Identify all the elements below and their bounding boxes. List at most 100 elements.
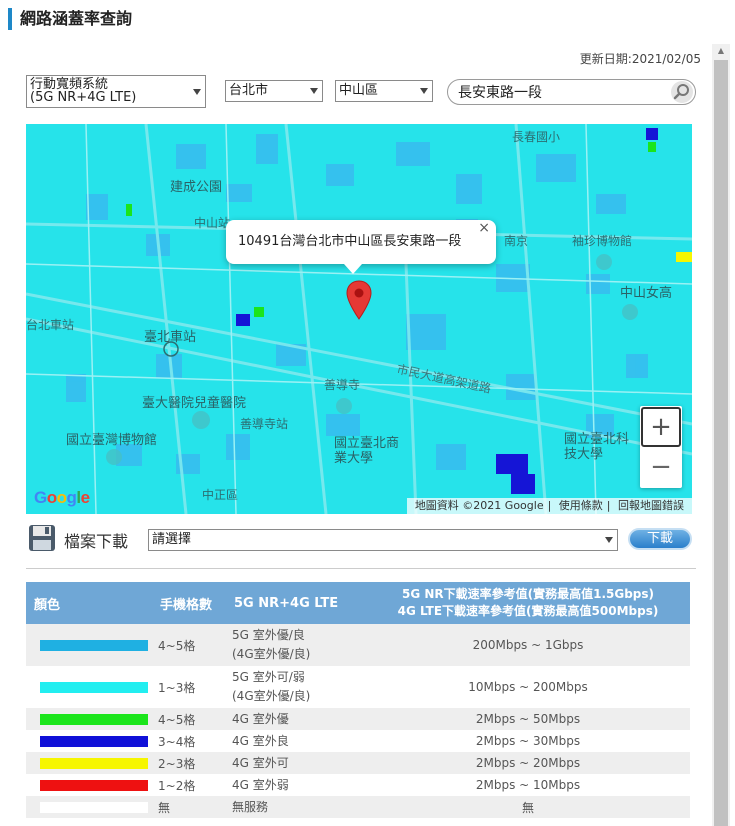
legend-type-line2: (4G室外優/良) <box>232 689 311 703</box>
scroll-up-arrow[interactable]: ▲ <box>712 44 730 58</box>
legend-color-cell <box>26 730 152 752</box>
map-label: 袖珍博物館 <box>572 234 633 248</box>
legend-row: 1~3格 5G 室外可/弱 (4G室外優/良) 10Mbps ~ 200Mbps <box>26 666 690 708</box>
map-label: 建成公園 <box>170 180 223 195</box>
chevron-down-icon <box>605 537 613 543</box>
legend-speed-cell: 2Mbps ~ 50Mbps <box>366 708 690 730</box>
map-label: 臺大醫院兒童醫院 <box>142 396 247 411</box>
legend-row: 4~5格 5G 室外優/良 (4G室外優/良) 200Mbps ~ 1Gbps <box>26 624 690 666</box>
popup-address: 10491台灣台北市中山區長安東路一段 <box>238 234 462 249</box>
legend-row: 3~4格 4G 室外良 2Mbps ~ 30Mbps <box>26 730 690 752</box>
page-title: 網路涵蓋率查詢 <box>8 8 132 30</box>
update-date: 更新日期:2021/02/05 <box>579 52 701 66</box>
color-swatch <box>40 801 148 813</box>
download-label: 檔案下載 <box>64 532 129 551</box>
legend-type-line1: 4G 室外良 <box>232 733 289 748</box>
google-logo-text: Google <box>34 488 90 507</box>
legend-type-line2: (4G室外優/良) <box>232 647 311 661</box>
legend-type-cell: 4G 室外可 <box>226 752 366 774</box>
legend-row: 4~5格 4G 室外優 2Mbps ~ 50Mbps <box>26 708 690 730</box>
map-label: 國立臺北科技大學 <box>564 432 630 462</box>
file-select-value: 請選擇 <box>152 532 192 547</box>
download-row: 檔案下載 請選擇 下載 <box>26 522 696 556</box>
legend-color-cell <box>26 796 152 818</box>
search-box <box>447 79 696 105</box>
chevron-down-icon <box>193 88 201 95</box>
color-swatch <box>40 681 148 693</box>
system-select-line2: (5G NR+4G LTE) <box>30 90 137 105</box>
map-terms-link[interactable]: 使用條款 <box>555 499 607 512</box>
map-label: 台北車站 <box>26 318 75 332</box>
legend-bars-cell: 4~5格 <box>152 624 226 666</box>
zoom-out-button[interactable]: − <box>641 450 681 486</box>
legend-type-line1: 5G 室外可/弱 <box>232 670 305 684</box>
legend-header-row: 顏色 手機格數 5G NR+4G LTE 5G NR下載速率參考值(實務最高值1… <box>26 582 690 624</box>
map-attribution: 地圖資料 ©2021 Google | 使用條款 | 回報地圖錯誤 <box>406 498 692 514</box>
legend-type-line1: 5G 室外優/良 <box>232 628 305 642</box>
legend-bars-cell: 2~3格 <box>152 752 226 774</box>
zoom-control: + − <box>640 406 682 488</box>
color-swatch <box>40 757 148 769</box>
legend-bars-cell: 1~3格 <box>158 680 196 695</box>
header-speed-line2: 4G LTE下載速率參考值(實務最高值500Mbps) <box>397 604 659 618</box>
map-label: 中正區 <box>202 488 239 502</box>
legend-color-cell <box>26 774 152 796</box>
chevron-down-icon <box>420 88 428 94</box>
legend-table: 顏色 手機格數 5G NR+4G LTE 5G NR下載速率參考值(實務最高值1… <box>26 582 690 818</box>
legend-row: 無無服務無 <box>26 796 690 818</box>
map-report-link[interactable]: 回報地圖錯誤 <box>614 499 688 512</box>
legend-type-line1: 4G 室外可 <box>232 755 289 770</box>
header-color: 顏色 <box>26 582 152 624</box>
map-label: 善導寺站 <box>240 417 289 431</box>
map-data-credit: 地圖資料 ©2021 Google <box>414 499 544 512</box>
zoom-in-button[interactable]: + <box>641 407 681 447</box>
google-logo: Google <box>34 488 90 508</box>
legend-color-cell <box>26 708 152 730</box>
legend-row: 1~2格 4G 室外弱 2Mbps ~ 10Mbps <box>26 774 690 796</box>
legend-color-cell <box>26 752 152 774</box>
legend-type-cell: 4G 室外弱 <box>226 774 366 796</box>
close-icon[interactable]: × <box>478 206 490 250</box>
chevron-down-icon <box>310 88 318 94</box>
file-select[interactable]: 請選擇 <box>148 529 618 551</box>
legend-row: 2~3格 4G 室外可 2Mbps ~ 20Mbps <box>26 752 690 774</box>
color-swatch <box>40 713 148 725</box>
download-button[interactable]: 下載 <box>628 528 692 550</box>
header-speed: 5G NR下載速率參考值(實務最高值1.5Gbps) 4G LTE下載速率參考值… <box>366 582 690 624</box>
legend-speed-cell: 2Mbps ~ 20Mbps <box>366 752 690 774</box>
legend-speed-cell: 200Mbps ~ 1Gbps <box>366 624 690 666</box>
header-speed-line1: 5G NR下載速率參考值(實務最高值1.5Gbps) <box>401 587 655 601</box>
map-pin-icon[interactable] <box>346 280 372 320</box>
city-select[interactable]: 台北市 <box>225 80 323 102</box>
divider <box>26 568 696 569</box>
search-button[interactable] <box>671 81 693 103</box>
address-popup: 10491台灣台北市中山區長安東路一段 × <box>226 220 496 274</box>
legend-bars-cell: 1~2格 <box>158 778 196 793</box>
map-label: 中山站 <box>194 216 231 230</box>
legend-type-line1: 4G 室外優 <box>232 711 289 726</box>
legend-type-line1: 無服務 <box>232 799 269 814</box>
district-select[interactable]: 中山區 <box>335 80 433 102</box>
legend-type-cell: 4G 室外優 <box>226 708 366 730</box>
color-swatch <box>40 639 148 651</box>
header-type: 5G NR+4G LTE <box>226 582 366 624</box>
legend-color-cell <box>26 624 152 666</box>
scrollbar[interactable]: ▲ <box>712 44 730 826</box>
system-select[interactable]: 行動寬頻系統 (5G NR+4G LTE) <box>26 75 206 108</box>
legend-speed-cell: 2Mbps ~ 30Mbps <box>475 734 581 748</box>
scroll-thumb[interactable] <box>714 60 728 826</box>
map-label: 臺北車站 <box>144 330 197 345</box>
legend-type-cell: 4G 室外良 <box>226 730 366 752</box>
legend-bars-cell: 4~5格 <box>152 708 226 730</box>
city-select-value: 台北市 <box>229 83 269 98</box>
map-label: 長春國小 <box>512 130 561 144</box>
legend-speed-cell: 2Mbps ~ 10Mbps <box>475 778 581 792</box>
map-label: 國立臺灣博物館 <box>66 433 158 448</box>
map-label: 善導寺 <box>324 378 361 392</box>
floppy-disk-icon <box>29 525 55 551</box>
district-select-value: 中山區 <box>339 83 379 98</box>
search-input[interactable] <box>458 83 663 101</box>
legend-speed-cell: 無 <box>366 796 690 818</box>
coverage-map[interactable]: 長春國小 建成公園 中山站 南京 袖珍博物館 中山女高 台北車站 臺北車站 善導… <box>26 124 692 514</box>
map-label: 國立臺北商業大學 <box>334 436 400 466</box>
